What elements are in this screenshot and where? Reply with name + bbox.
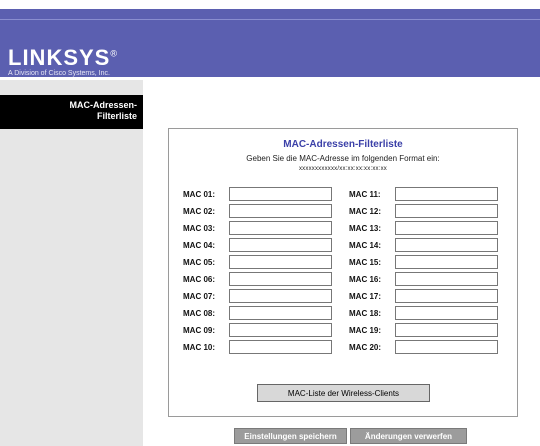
mac-13-input[interactable] [395, 221, 498, 235]
mac-column-left: MAC 01: MAC 02: MAC 03: MAC 04: MAC 05: MAC 0… [183, 187, 343, 357]
mac-row: MAC 05: [183, 255, 343, 271]
sidebar-item-mac-filter-list[interactable]: MAC-Adressen- Filterliste [0, 95, 143, 129]
mac-label: MAC 18: [349, 309, 382, 318]
linksys-logo: LINKSYS® [8, 45, 118, 71]
mac-label: MAC 09: [183, 326, 216, 335]
mac-09-input[interactable] [229, 323, 332, 337]
mac-04-input[interactable] [229, 238, 332, 252]
mac-row: MAC 18: [349, 306, 514, 322]
sidebar [0, 80, 143, 446]
mac-label: MAC 02: [183, 207, 216, 216]
mac-07-input[interactable] [229, 289, 332, 303]
mac-label: MAC 11: [349, 190, 381, 199]
mac-08-input[interactable] [229, 306, 332, 320]
save-settings-button[interactable]: Einstellungen speichern [234, 428, 347, 444]
mac-15-input[interactable] [395, 255, 498, 269]
mac-label: MAC 13: [349, 224, 382, 233]
mac-03-input[interactable] [229, 221, 332, 235]
mac-row: MAC 04: [183, 238, 343, 254]
mac-14-input[interactable] [395, 238, 498, 252]
registered-mark: ® [110, 48, 118, 59]
mac-label: MAC 06: [183, 275, 216, 284]
mac-label: MAC 10: [183, 343, 216, 352]
brand-name: LINKSYS [8, 45, 111, 70]
mac-row: MAC 01: [183, 187, 343, 203]
mac-row: MAC 11: [349, 187, 514, 203]
mac-18-input[interactable] [395, 306, 498, 320]
panel-title: MAC-Adressen-Filterliste [283, 139, 403, 150]
mac-19-input[interactable] [395, 323, 498, 337]
mac-row: MAC 15: [349, 255, 514, 271]
mac-filter-panel: MAC-Adressen-Filterliste Geben Sie die M… [168, 128, 518, 417]
mac-row: MAC 19: [349, 323, 514, 339]
mac-row: MAC 06: [183, 272, 343, 288]
wireless-clients-mac-list-button[interactable]: MAC-Liste der Wireless-Clients [257, 384, 430, 402]
mac-17-input[interactable] [395, 289, 498, 303]
mac-label: MAC 17: [349, 292, 382, 301]
mac-row: MAC 13: [349, 221, 514, 237]
mac-12-input[interactable] [395, 204, 498, 218]
mac-label: MAC 03: [183, 224, 216, 233]
mac-label: MAC 05: [183, 258, 216, 267]
mac-label: MAC 04: [183, 241, 216, 250]
header-bar: LINKSYS® A Division of Cisco Systems, In… [0, 9, 540, 77]
mac-05-input[interactable] [229, 255, 332, 269]
mac-row: MAC 16: [349, 272, 514, 288]
mac-row: MAC 12: [349, 204, 514, 220]
mac-row: MAC 08: [183, 306, 343, 322]
mac-06-input[interactable] [229, 272, 332, 286]
mac-row: MAC 14: [349, 238, 514, 254]
mac-16-input[interactable] [395, 272, 498, 286]
mac-row: MAC 09: [183, 323, 343, 339]
top-strip [0, 0, 540, 9]
mac-row: MAC 17: [349, 289, 514, 305]
mac-row: MAC 20: [349, 340, 514, 356]
mac-01-input[interactable] [229, 187, 332, 201]
mac-label: MAC 19: [349, 326, 382, 335]
mac-label: MAC 15: [349, 258, 382, 267]
mac-label: MAC 08: [183, 309, 216, 318]
mac-label: MAC 01: [183, 190, 216, 199]
mac-column-right: MAC 11: MAC 12: MAC 13: MAC 14: MAC 15: MAC 1… [349, 187, 514, 357]
mac-row: MAC 07: [183, 289, 343, 305]
mac-label: MAC 07: [183, 292, 216, 301]
mac-row: MAC 03: [183, 221, 343, 237]
mac-label: MAC 16: [349, 275, 382, 284]
mac-10-input[interactable] [229, 340, 332, 354]
sidebar-item-label: MAC-Adressen- Filterliste [69, 100, 137, 121]
format-instruction: Geben Sie die MAC-Adresse im folgenden F… [246, 154, 440, 163]
cancel-changes-button[interactable]: Änderungen verwerfen [350, 428, 467, 444]
mac-20-input[interactable] [395, 340, 498, 354]
brand-tagline: A Division of Cisco Systems, Inc. [8, 70, 110, 77]
mac-label: MAC 14: [349, 241, 382, 250]
mac-02-input[interactable] [229, 204, 332, 218]
mac-row: MAC 02: [183, 204, 343, 220]
header-divider [0, 19, 540, 20]
mac-label: MAC 12: [349, 207, 382, 216]
format-example: xxxxxxxxxxxx/xx:xx:xx:xx:xx:xx [298, 166, 387, 172]
mac-label: MAC 20: [349, 343, 382, 352]
mac-11-input[interactable] [395, 187, 498, 201]
mac-row: MAC 10: [183, 340, 343, 356]
